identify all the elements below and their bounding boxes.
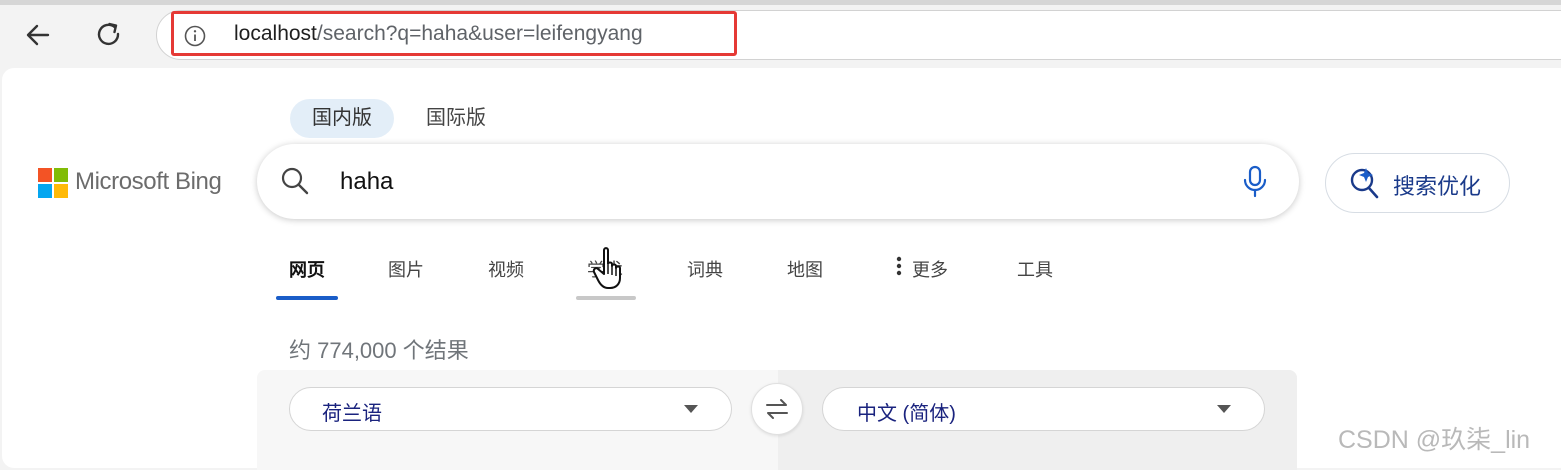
microphone-icon[interactable] <box>1240 165 1270 199</box>
tab-videos[interactable]: 视频 <box>488 256 524 282</box>
result-count: 约 774,000 个结果 <box>289 338 469 363</box>
back-button[interactable] <box>18 15 58 55</box>
reload-icon <box>97 22 120 46</box>
source-language-label: 荷兰语 <box>322 403 382 425</box>
tab-more[interactable]: 更多 <box>912 256 948 282</box>
tab-international[interactable]: 国际版 <box>404 99 508 138</box>
vertical-dots-icon[interactable] <box>896 255 902 277</box>
caret-down-icon <box>684 405 698 413</box>
search-optimize-icon <box>1350 168 1379 199</box>
caret-down-icon <box>1217 405 1231 413</box>
microsoft-logo-icon[interactable] <box>38 168 68 198</box>
tab-web[interactable]: 网页 <box>289 256 325 282</box>
tab-maps[interactable]: 地图 <box>787 256 823 282</box>
tab-domestic[interactable]: 国内版 <box>290 99 394 138</box>
watermark: CSDN @玖柒_lin <box>1338 426 1531 454</box>
hand-pointer-icon <box>592 247 621 289</box>
target-language-label: 中文 (简体) <box>857 403 956 425</box>
tab-tools[interactable]: 工具 <box>1017 256 1053 282</box>
search-optimize-label: 搜索优化 <box>1393 174 1482 199</box>
search-icon[interactable] <box>280 166 310 196</box>
active-tab-underline <box>276 296 338 300</box>
tab-images[interactable]: 图片 <box>388 256 424 282</box>
hover-tab-underline <box>576 296 636 300</box>
reload-button[interactable] <box>89 15 129 55</box>
back-arrow-icon <box>26 24 50 46</box>
brand-name[interactable]: Microsoft Bing <box>75 168 222 196</box>
url-highlight-box <box>171 11 737 56</box>
tab-dictionary[interactable]: 词典 <box>687 256 723 282</box>
window-top-edge <box>0 0 1561 5</box>
search-input[interactable] <box>340 162 1220 202</box>
swap-arrows-icon <box>766 399 788 419</box>
